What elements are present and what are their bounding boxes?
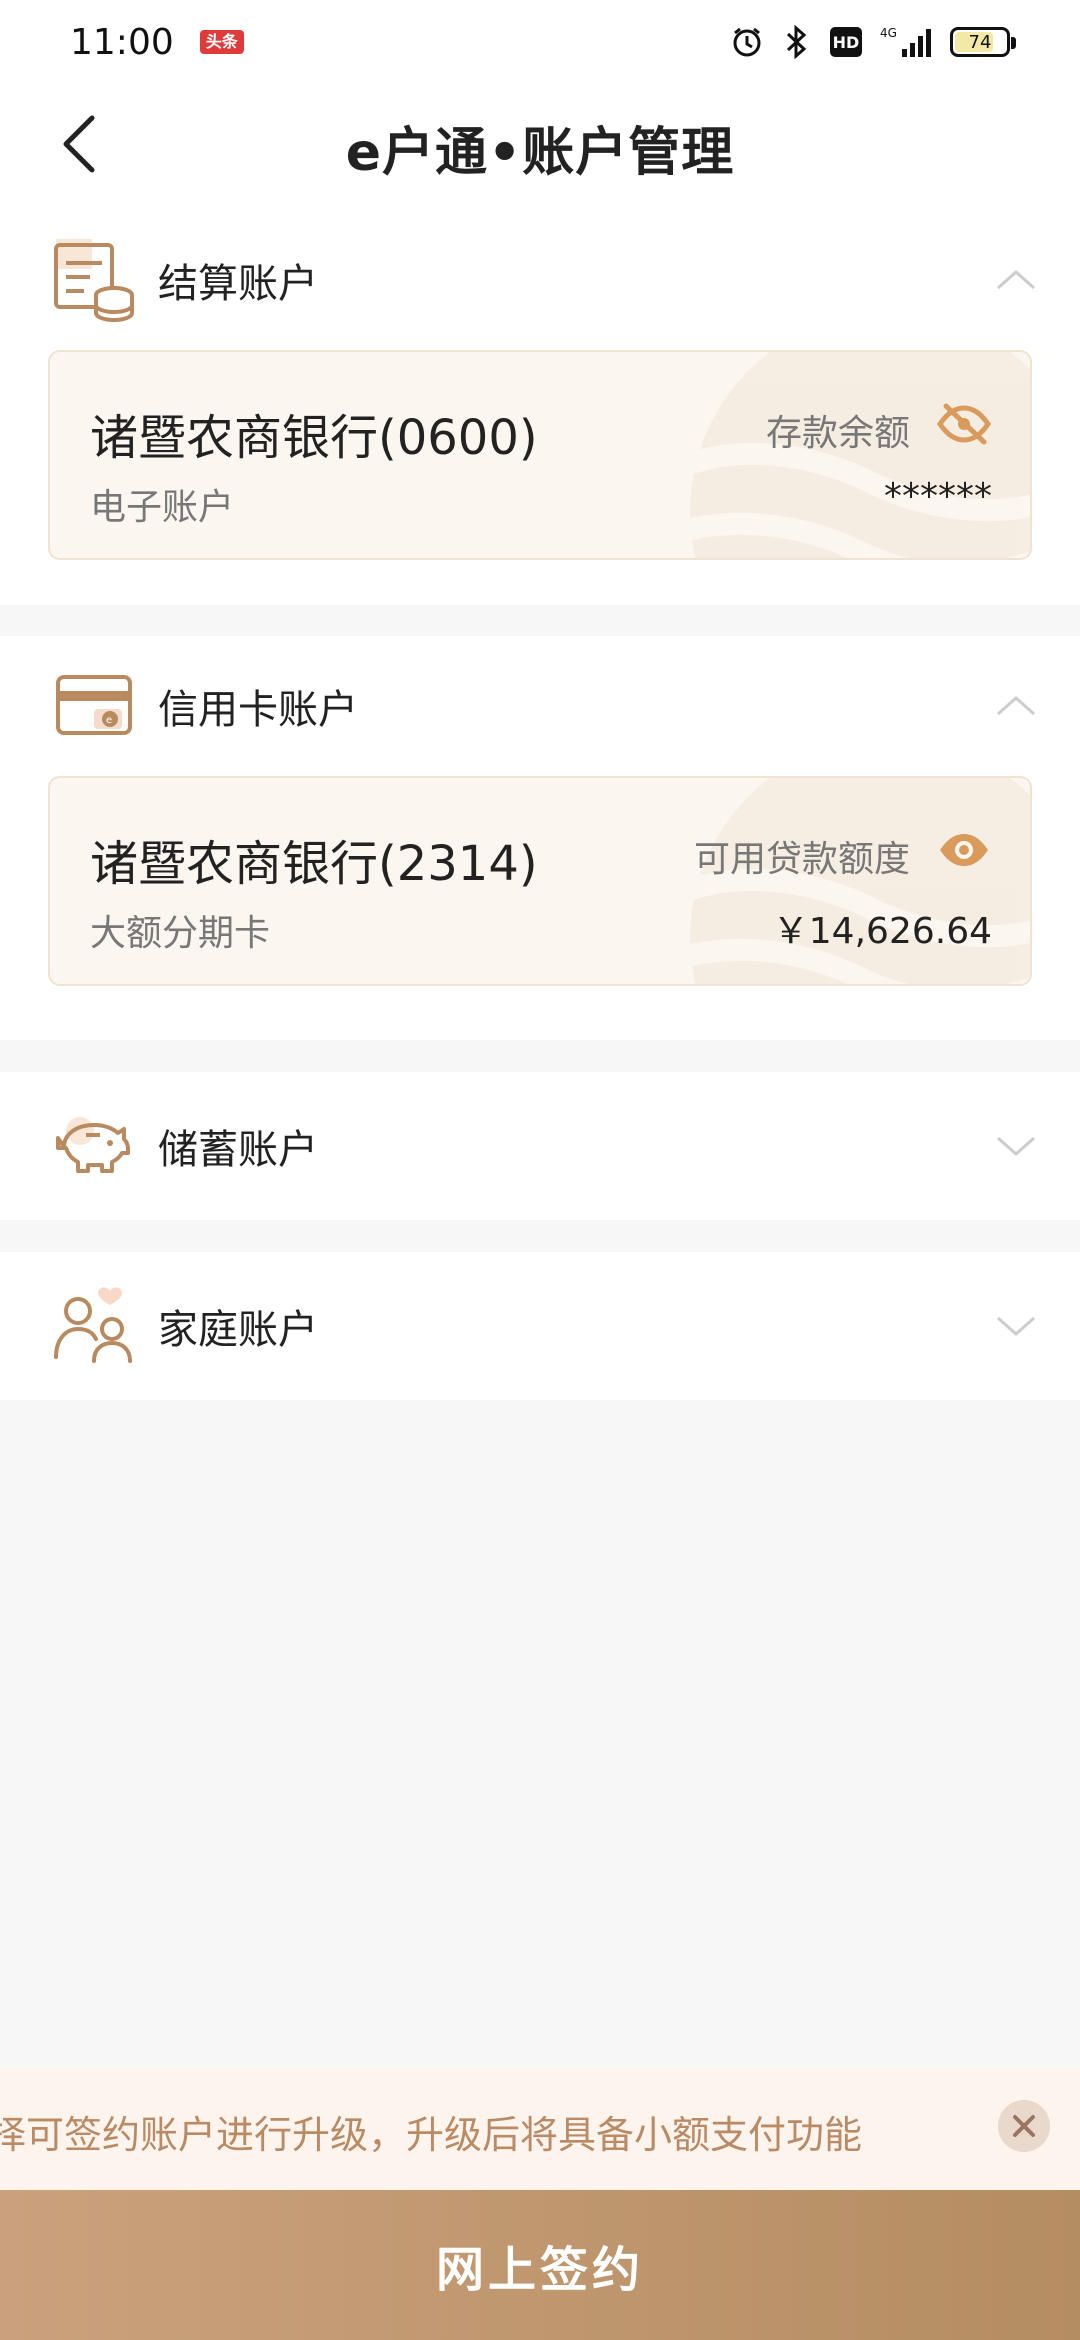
back-button[interactable] xyxy=(40,104,120,184)
credit-limit-value: ￥14,626.64 xyxy=(772,911,992,952)
piggy-bank-icon xyxy=(50,1101,140,1191)
bank-account-name: 诸暨农商银行(2314) xyxy=(90,836,538,892)
balance-value: ****** xyxy=(884,476,992,517)
svg-text:e: e xyxy=(106,715,112,726)
toutiao-badge: 头条 xyxy=(199,30,244,54)
section-title: 储蓄账户 xyxy=(158,1127,318,1173)
back-icon xyxy=(63,115,95,173)
section-title: 信用卡账户 xyxy=(158,687,358,733)
close-icon xyxy=(1013,2115,1035,2137)
signal-icon: 4G xyxy=(880,25,932,59)
balance-label: 存款余额 xyxy=(765,413,910,454)
status-bar: 11:00 头条 HD 4G 74 xyxy=(0,0,1080,84)
chevron-up-icon[interactable] xyxy=(992,682,1040,730)
account-type: 电子账户 xyxy=(90,487,235,528)
card-icon: e xyxy=(50,661,140,751)
account-card[interactable]: 诸暨农商银行(0600) 电子账户 存款余额 ****** xyxy=(48,350,1032,560)
chevron-up-icon[interactable] xyxy=(992,256,1040,304)
bank-account-name: 诸暨农商银行(0600) xyxy=(90,410,538,466)
family-account-section: 家庭账户 xyxy=(0,1252,1080,1400)
section-title: 家庭账户 xyxy=(158,1307,318,1353)
battery-level: 74 xyxy=(968,31,992,53)
credit-limit-label: 可用贷款额度 xyxy=(693,839,910,880)
credit-card-account-section: e 信用卡账户 诸暨农商银行(2314) 大额分期卡 可用贷款额度 ￥14,62… xyxy=(0,636,1080,1040)
eye-icon[interactable] xyxy=(936,828,992,872)
page-header: e户通•账户管理 xyxy=(0,84,1080,210)
card-type: 大额分期卡 xyxy=(90,913,271,954)
page-title: e户通•账户管理 xyxy=(345,122,735,183)
battery-icon: 74 xyxy=(950,27,1016,57)
online-sign-button[interactable]: 网上签约 xyxy=(0,2190,1080,2340)
family-icon xyxy=(50,1281,140,1371)
bluetooth-icon xyxy=(782,25,812,59)
settlement-account-section: 结算账户 诸暨农商银行(0600) 电子账户 存款余额 ****** xyxy=(0,210,1080,605)
savings-account-section: 储蓄账户 xyxy=(0,1072,1080,1220)
settlement-account-header[interactable]: 结算账户 xyxy=(0,210,1080,350)
upgrade-notice-banner: 择可签约账户进行升级，升级后将具备小额支付功能 xyxy=(0,2068,1080,2190)
bill-coins-icon xyxy=(50,235,140,325)
credit-card-account-header[interactable]: e 信用卡账户 xyxy=(0,636,1080,776)
chevron-down-icon[interactable] xyxy=(992,1122,1040,1170)
notice-text: 择可签约账户进行升级，升级后将具备小额支付功能 xyxy=(0,2113,863,2157)
network-type: 4G xyxy=(880,26,897,40)
account-card[interactable]: 诸暨农商银行(2314) 大额分期卡 可用贷款额度 ￥14,626.64 xyxy=(48,776,1032,986)
savings-account-header[interactable]: 储蓄账户 xyxy=(0,1072,1080,1220)
close-notice-button[interactable] xyxy=(998,2100,1050,2152)
chevron-down-icon[interactable] xyxy=(992,1302,1040,1350)
eye-off-icon[interactable] xyxy=(936,402,992,446)
family-account-header[interactable]: 家庭账户 xyxy=(0,1252,1080,1400)
status-time: 11:00 xyxy=(70,21,174,63)
alarm-icon xyxy=(730,25,764,59)
hd-icon: HD xyxy=(830,27,862,57)
section-title: 结算账户 xyxy=(158,261,318,307)
